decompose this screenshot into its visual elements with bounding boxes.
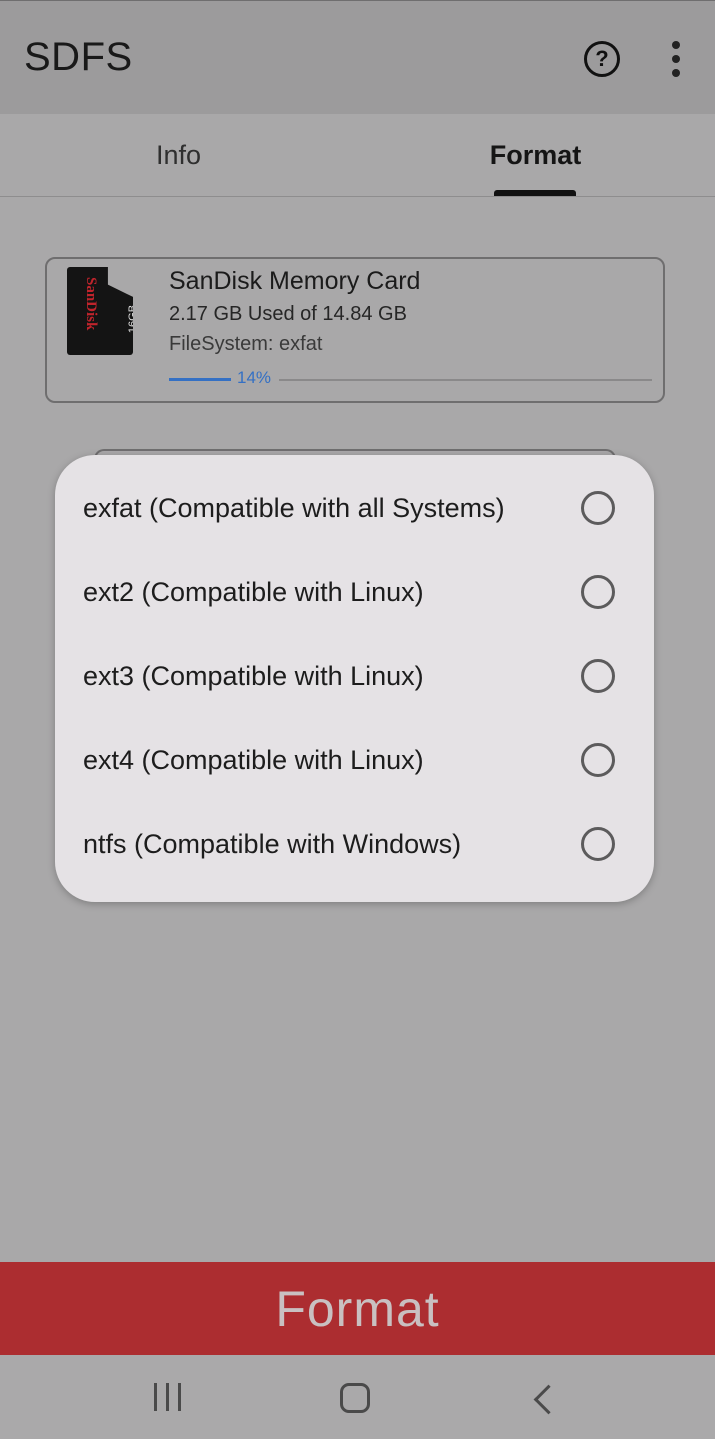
radio-button[interactable]: [581, 827, 615, 861]
usage-progress-label: 14%: [237, 368, 272, 387]
card-usage: 2.17 GB Used of 14.84 GB: [169, 303, 407, 325]
more-vert-icon[interactable]: [664, 41, 688, 77]
system-nav-bar: [0, 1355, 715, 1439]
usage-progress-fill: [169, 378, 231, 381]
recents-icon[interactable]: [154, 1383, 184, 1413]
radio-button[interactable]: [581, 575, 615, 609]
tab-format[interactable]: Format: [357, 114, 714, 196]
app-bar: SDFS ?: [0, 0, 715, 114]
sd-card-capacity: 16GB: [127, 304, 140, 334]
card-title: SanDisk Memory Card: [169, 267, 421, 295]
format-button[interactable]: Format: [0, 1262, 715, 1355]
radio-button[interactable]: [581, 491, 615, 525]
card-filesystem: FileSystem: exfat: [169, 333, 323, 355]
tab-info[interactable]: Info: [0, 114, 357, 196]
sd-card-brand: SanDisk: [83, 277, 99, 331]
option-ext3[interactable]: ext3 (Compatible with Linux): [55, 637, 654, 721]
option-ext2[interactable]: ext2 (Compatible with Linux): [55, 553, 654, 637]
sd-card-icon: SanDisk 16GB: [67, 267, 133, 355]
tab-indicator: [494, 190, 576, 196]
option-label: ext2 (Compatible with Linux): [83, 577, 424, 607]
option-label: exfat (Compatible with all Systems): [83, 493, 505, 523]
option-exfat[interactable]: exfat (Compatible with all Systems): [55, 469, 654, 553]
usage-progress-track: [279, 379, 652, 381]
help-circle-icon[interactable]: ?: [584, 41, 620, 77]
home-icon[interactable]: [340, 1383, 370, 1413]
filesystem-dialog: exfat (Compatible with all Systems) ext2…: [55, 455, 654, 902]
back-icon[interactable]: [533, 1384, 564, 1415]
radio-button[interactable]: [581, 659, 615, 693]
option-ntfs[interactable]: ntfs (Compatible with Windows): [55, 805, 654, 889]
option-label: ext3 (Compatible with Linux): [83, 661, 424, 691]
radio-button[interactable]: [581, 743, 615, 777]
option-label: ntfs (Compatible with Windows): [83, 829, 462, 859]
app-title: SDFS: [24, 35, 133, 79]
option-ext4[interactable]: ext4 (Compatible with Linux): [55, 721, 654, 805]
storage-card: SanDisk 16GB SanDisk Memory Card 2.17 GB…: [45, 257, 665, 403]
tab-bar: Info Format: [0, 114, 715, 197]
option-label: ext4 (Compatible with Linux): [83, 745, 424, 775]
